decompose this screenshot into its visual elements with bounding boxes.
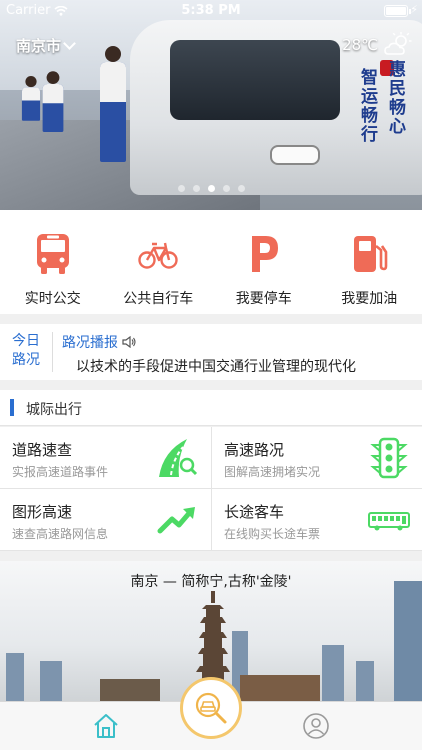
- center-search-button[interactable]: [180, 677, 242, 739]
- quick-actions: 实时公交 公共自行车 我要停车 我要加油: [0, 210, 422, 314]
- partly-cloudy-icon: [384, 32, 412, 55]
- road-search-icon: [159, 439, 198, 477]
- hero-attendant: [42, 71, 64, 132]
- weather-widget[interactable]: 28℃: [342, 32, 412, 58]
- battery-icon: [384, 5, 411, 17]
- charging-icon: ⚡: [410, 3, 418, 16]
- news-text: 以技术的手段促进中国交通行业管理的现代化: [76, 359, 356, 375]
- skyline-building: [100, 679, 160, 701]
- item-subtitle: 实报高速道路事件: [12, 465, 109, 479]
- item-title: 长途客车: [224, 503, 285, 521]
- section-marker: [10, 399, 14, 416]
- intercity-item-highway-traffic[interactable]: 高速路况 图解高速拥堵实况: [211, 427, 422, 489]
- intercity-section-header: 城际出行: [0, 390, 422, 426]
- item-title: 图形高速: [12, 503, 73, 521]
- intercity-item-road-search[interactable]: 道路速查 实报高速道路事件: [0, 427, 211, 489]
- hero-slogan: 智运畅行 惠民畅心: [357, 60, 408, 170]
- intercity-item-graphic-highway[interactable]: 图形高速 速查高速路网信息: [0, 489, 211, 551]
- city-name: 南京市: [16, 37, 62, 55]
- skyline-building: [240, 675, 320, 701]
- hero-tram-window: [170, 40, 340, 120]
- traffic-light-icon: [370, 437, 408, 479]
- slogan-right: 惠民畅心: [385, 60, 405, 136]
- carousel-indicator: [0, 185, 422, 192]
- trend-arrow-icon: [157, 507, 195, 534]
- user-icon[interactable]: [302, 712, 330, 740]
- city-selector[interactable]: 南京市: [16, 35, 76, 56]
- today-traffic-label: 今日路况: [12, 333, 40, 368]
- temperature: 28℃: [342, 36, 378, 54]
- status-bar: Carrier 5:38 PM ⚡: [0, 0, 422, 22]
- parking-icon: [251, 236, 278, 272]
- skyline-building: [40, 661, 62, 701]
- speaker-icon: [122, 336, 136, 348]
- item-subtitle: 图解高速拥堵实况: [224, 465, 321, 479]
- quick-action-label: 我要停车: [235, 291, 292, 307]
- item-subtitle: 速查高速路网信息: [12, 527, 109, 541]
- quick-action-label: 公共自行车: [123, 291, 194, 307]
- bicycle-icon: [138, 242, 178, 269]
- carousel-dot: [237, 185, 245, 192]
- bus-icon: [36, 234, 69, 274]
- skyline-building: [6, 653, 24, 701]
- intercity-grid: 道路速查 实报高速道路事件 高速路况 图解高速拥堵实况 图形高速 速查高速路网信…: [0, 427, 422, 551]
- skyline-building: [394, 581, 422, 701]
- chevron-down-icon: [63, 37, 76, 50]
- skyline-building: [322, 645, 344, 701]
- hero-attendant: [100, 46, 126, 162]
- hero-attendant: [21, 75, 41, 121]
- quick-action-label: 我要加油: [341, 291, 398, 307]
- status-time: 5:38 PM: [181, 3, 241, 18]
- pagoda-icon: [196, 591, 230, 691]
- car-search-icon: [195, 692, 227, 724]
- news-divider: [52, 332, 53, 372]
- carousel-dot: [222, 185, 230, 192]
- item-title: 高速路况: [224, 441, 285, 459]
- quick-action-label: 实时公交: [24, 291, 81, 307]
- news-heading-text: 路况播报: [62, 335, 118, 351]
- coach-bus-icon: [368, 512, 410, 531]
- carousel-dot: [177, 185, 185, 192]
- carousel-dot-active: [207, 185, 215, 192]
- traffic-news[interactable]: 今日路况 路况播报 以技术的手段促进中国交通行业管理的现代化: [0, 324, 422, 380]
- carousel-dot: [192, 185, 200, 192]
- home-icon[interactable]: [92, 712, 120, 740]
- news-heading: 路况播报: [62, 332, 136, 352]
- item-title: 道路速查: [12, 441, 73, 459]
- slogan-left: 智运畅行: [357, 68, 377, 144]
- hero-tram-light: [270, 145, 320, 165]
- fuel-icon: [354, 236, 388, 272]
- intercity-item-coach[interactable]: 长途客车 在线购买长途车票: [211, 489, 422, 551]
- item-subtitle: 在线购买长途车票: [224, 527, 321, 541]
- quick-action-fuel[interactable]: 我要加油: [317, 210, 422, 314]
- city-caption: 南京 — 简称宁,古称'金陵': [130, 574, 292, 590]
- quick-action-parking[interactable]: 我要停车: [211, 210, 317, 314]
- skyline-building: [356, 661, 374, 701]
- section-title: 城际出行: [26, 402, 82, 418]
- quick-action-realtime-bus[interactable]: 实时公交: [0, 210, 106, 314]
- quick-action-public-bicycle[interactable]: 公共自行车: [106, 210, 212, 314]
